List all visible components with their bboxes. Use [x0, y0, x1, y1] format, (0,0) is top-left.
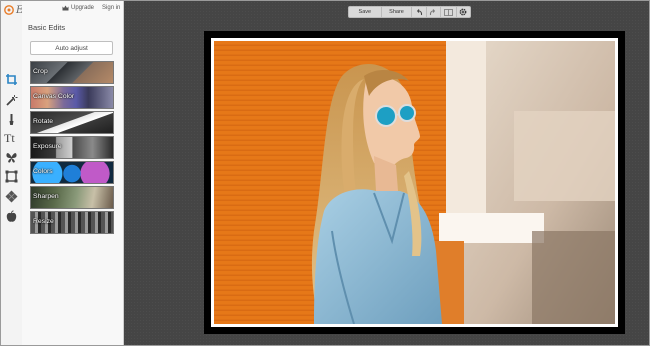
undo-icon[interactable]	[412, 7, 427, 17]
texture-icon[interactable]	[3, 188, 19, 204]
butterfly-icon[interactable]	[3, 149, 19, 165]
panel-title: Basic Edits	[28, 23, 66, 32]
top-toolbar: Save Share	[348, 6, 471, 18]
signin-link[interactable]: Sign in	[102, 5, 120, 11]
upgrade-label: Upgrade	[71, 5, 95, 11]
save-button[interactable]: Save	[349, 7, 382, 17]
settings-gear-icon[interactable]	[457, 7, 470, 17]
tool-label: Canvas Color	[33, 93, 75, 100]
auto-adjust-button[interactable]: Auto adjust	[30, 41, 113, 55]
crop-icon[interactable]	[3, 71, 19, 87]
photo-image	[214, 41, 615, 324]
tool-label: Crop	[33, 68, 48, 75]
text-icon[interactable]: Tt	[3, 129, 19, 145]
tool-list: Crop Canvas Color Rotate Exposure Colors…	[30, 61, 114, 236]
tool-colors[interactable]: Colors	[30, 161, 114, 184]
tool-rotate[interactable]: Rotate	[30, 111, 114, 134]
image-canvas[interactable]	[204, 31, 625, 334]
tool-crop[interactable]: Crop	[30, 61, 114, 84]
tool-sharpen[interactable]: Sharpen	[30, 186, 114, 209]
photo	[214, 41, 615, 324]
tool-label: Resize	[33, 218, 54, 225]
svg-text:Tt: Tt	[4, 131, 15, 144]
tool-label: Colors	[33, 168, 53, 175]
upgrade-link[interactable]: Upgrade	[62, 5, 94, 11]
tool-label: Exposure	[33, 143, 62, 150]
magic-wand-icon[interactable]	[3, 92, 19, 108]
tool-canvas-color[interactable]: Canvas Color	[30, 86, 114, 109]
canvas-border	[211, 38, 618, 327]
share-button[interactable]: Share	[382, 7, 413, 17]
tool-exposure[interactable]: Exposure	[30, 136, 114, 159]
tool-label: Sharpen	[33, 193, 59, 200]
workspace: Save Share	[124, 1, 649, 345]
tools-panel: Upgrade Sign in Basic Edits Auto adjust …	[22, 1, 124, 345]
account-bar: Upgrade Sign in	[62, 5, 120, 11]
app-window: Editor Tt Upgrade	[0, 0, 650, 346]
logo-icon	[4, 5, 14, 15]
crown-icon	[62, 5, 69, 11]
redo-icon[interactable]	[427, 7, 442, 17]
apple-icon[interactable]	[3, 208, 19, 224]
tool-resize[interactable]: Resize	[30, 211, 114, 234]
compare-icon[interactable]	[441, 7, 457, 17]
brush-icon[interactable]	[3, 111, 19, 127]
tool-label: Rotate	[33, 118, 54, 125]
frame-icon[interactable]	[3, 168, 19, 184]
tool-rail: Editor Tt	[1, 1, 48, 345]
